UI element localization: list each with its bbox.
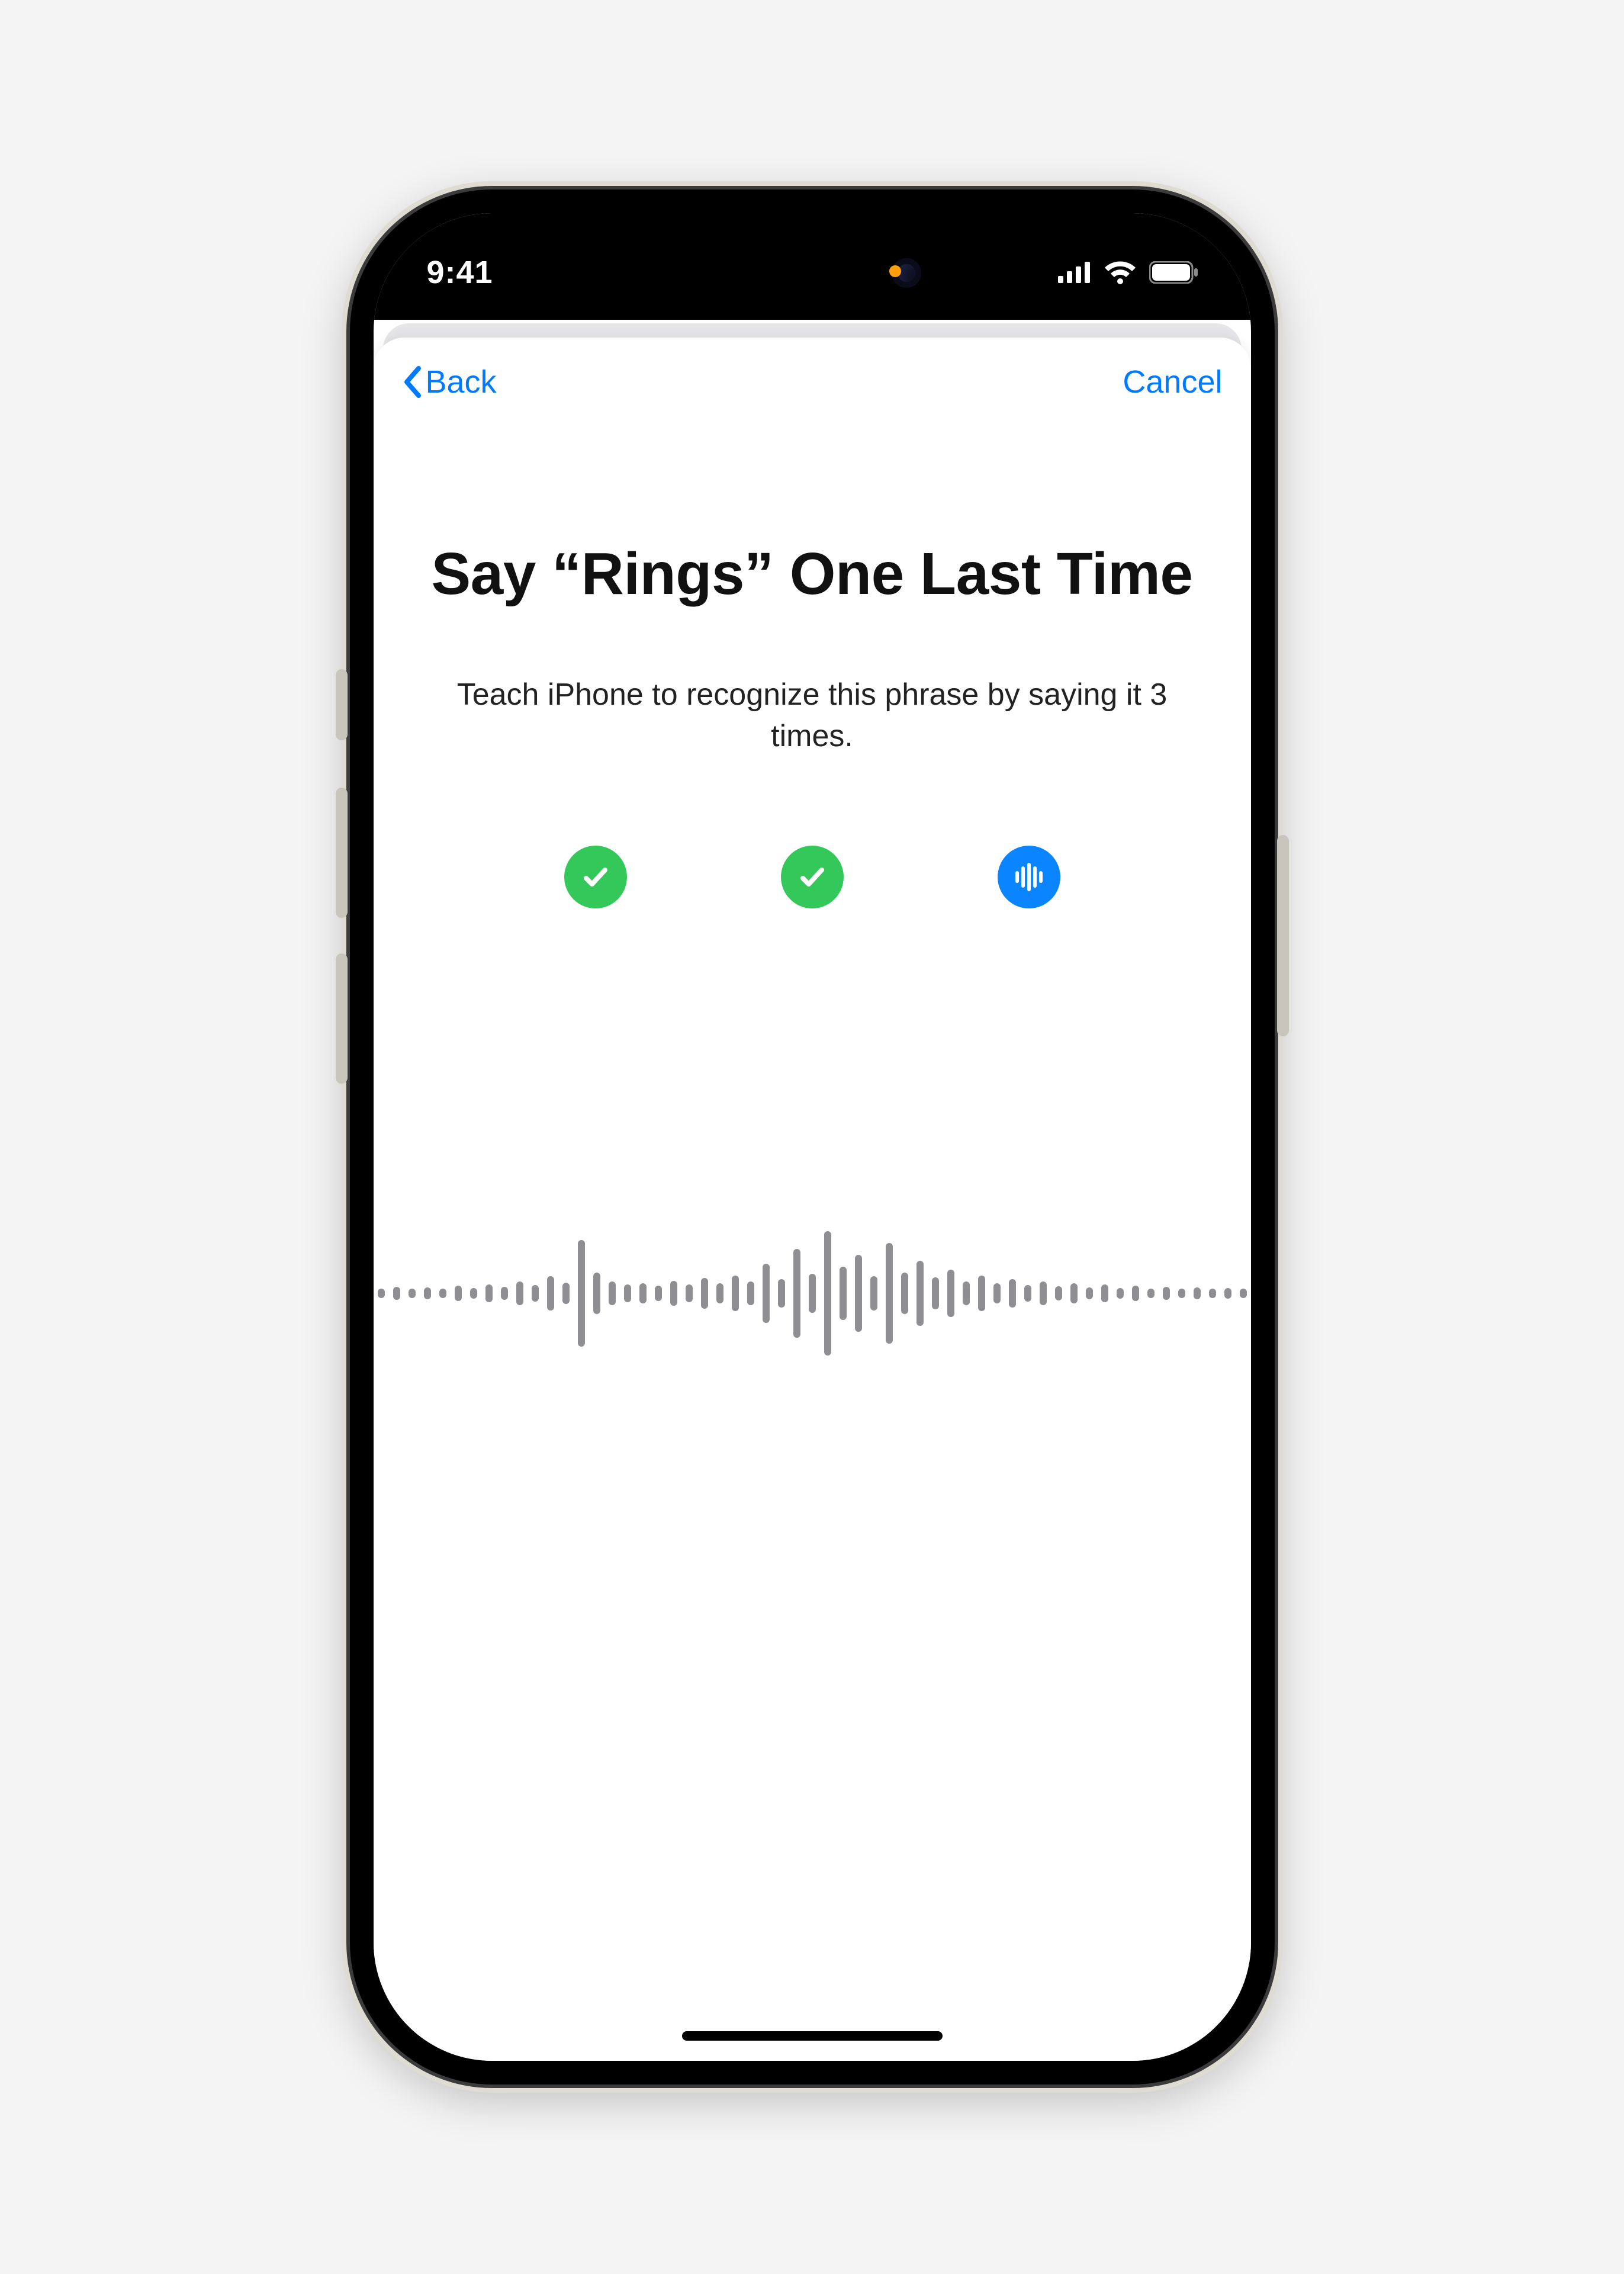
waveform-bar: [824, 1231, 831, 1356]
waveform-bar: [1055, 1286, 1062, 1300]
chevron-left-icon: [402, 366, 422, 398]
waveform-bar: [1178, 1289, 1185, 1298]
waveform-bar: [1132, 1286, 1139, 1301]
waveform-bar: [593, 1273, 600, 1314]
wifi-icon: [1104, 261, 1136, 284]
battery-icon: [1149, 261, 1198, 284]
waveform-bar: [716, 1283, 723, 1303]
content: Say “Rings” One Last Time Teach iPhone t…: [374, 426, 1251, 2061]
progress-step-1: [564, 846, 627, 908]
waveform-bar: [578, 1240, 585, 1347]
sheet: Back Cancel Say “Rings” One Last Time Te…: [374, 338, 1251, 2061]
waveform-bar: [1163, 1287, 1170, 1300]
waveform-bar: [840, 1267, 847, 1320]
waveform-bar: [409, 1289, 416, 1298]
microphone-indicator-dot: [889, 265, 901, 277]
progress-indicator: [564, 846, 1060, 908]
waveform-bar: [547, 1276, 554, 1311]
waveform-bar: [470, 1288, 477, 1299]
waveform-bar: [455, 1286, 462, 1301]
waveform-bar: [1147, 1289, 1155, 1298]
waveform-bar: [901, 1273, 908, 1314]
waveform-bar: [1009, 1279, 1016, 1308]
waveform-bar: [886, 1243, 893, 1344]
waveform-bar: [532, 1285, 539, 1302]
waveform-bar: [1117, 1288, 1124, 1299]
waveform-bar: [916, 1261, 924, 1326]
progress-step-2: [781, 846, 844, 908]
waveform-bar: [1194, 1287, 1201, 1299]
back-button[interactable]: Back: [402, 364, 497, 400]
back-label: Back: [426, 364, 497, 400]
page-title: Say “Rings” One Last Time: [431, 539, 1192, 609]
check-icon: [579, 860, 612, 894]
waveform-bar: [1101, 1284, 1108, 1302]
check-icon: [796, 860, 829, 894]
waveform-bar: [624, 1284, 631, 1302]
mute-switch[interactable]: [336, 669, 348, 740]
waveform-bar: [932, 1277, 939, 1309]
waveform-bar: [1224, 1288, 1231, 1299]
waveform-bar: [562, 1283, 570, 1304]
waveform-bar: [732, 1276, 739, 1311]
home-indicator[interactable]: [682, 2031, 943, 2041]
waveform-bar: [424, 1287, 431, 1299]
waveform-bar: [516, 1281, 523, 1305]
waveform-bar: [1040, 1281, 1047, 1305]
waveform-bar: [993, 1283, 1001, 1303]
waveform-bar: [1024, 1285, 1031, 1302]
waveform-bar: [947, 1270, 954, 1317]
status-time: 9:41: [427, 254, 493, 291]
iphone-frame: 9:41 Back Cancel Say “Rings” One Last Ti…: [350, 190, 1275, 2084]
nav-bar: Back Cancel: [374, 338, 1251, 426]
waveform-bar: [393, 1287, 400, 1300]
waveform-bar: [963, 1281, 970, 1305]
side-button[interactable]: [1277, 835, 1289, 1036]
waveform-bar: [978, 1276, 985, 1311]
waveform-bar: [809, 1274, 816, 1313]
waveform-bar: [439, 1289, 446, 1298]
waveform-bar: [501, 1287, 508, 1300]
cellular-icon: [1058, 262, 1091, 283]
waveform-bar: [701, 1278, 708, 1309]
waveform-bar: [378, 1289, 385, 1298]
waveform-bar: [670, 1281, 677, 1306]
waveform-bar: [1240, 1289, 1247, 1298]
volume-down-button[interactable]: [336, 953, 348, 1084]
waveform-bar: [655, 1286, 662, 1301]
waveform-bar: [870, 1276, 877, 1311]
cancel-button[interactable]: Cancel: [1123, 364, 1222, 400]
waveform-bar: [855, 1255, 862, 1332]
waveform-bar: [747, 1281, 754, 1305]
waveform-bar: [1086, 1287, 1093, 1299]
volume-up-button[interactable]: [336, 788, 348, 918]
waveform-bar: [639, 1283, 647, 1303]
waveform-bar: [793, 1249, 800, 1338]
waveform-bar: [1070, 1283, 1078, 1303]
waveform-bar: [686, 1284, 693, 1302]
page-subtitle: Teach iPhone to recognize this phrase by…: [457, 674, 1168, 757]
waveform-icon: [1012, 860, 1046, 894]
audio-waveform: [374, 1216, 1251, 1370]
waveform-bar: [778, 1279, 785, 1308]
progress-step-3: [998, 846, 1060, 908]
waveform-bar: [1209, 1289, 1216, 1298]
screen: 9:41 Back Cancel Say “Rings” One Last Ti…: [374, 213, 1251, 2061]
waveform-bar: [763, 1264, 770, 1323]
waveform-bar: [609, 1281, 616, 1305]
waveform-bar: [485, 1284, 493, 1302]
